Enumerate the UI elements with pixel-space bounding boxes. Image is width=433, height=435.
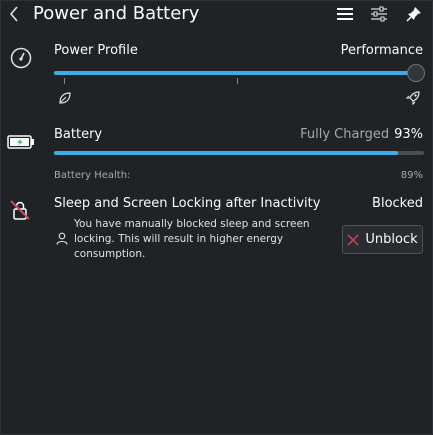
battery-charge-bar <box>54 151 424 155</box>
lock-blocked-icon <box>8 198 32 222</box>
description-line: consumption. <box>74 248 146 260</box>
power-profile-fill <box>54 71 416 75</box>
settings-sliders-icon <box>371 6 387 22</box>
inhibition-state: Blocked <box>372 196 423 211</box>
chevron-left-icon <box>9 6 18 22</box>
battery-health-value: 89% <box>400 170 423 181</box>
battery-status-group: Fully Charged 93% <box>300 127 423 142</box>
slider-tick <box>64 78 65 84</box>
battery-label: Battery <box>54 127 103 142</box>
power-profile-slider[interactable] <box>54 64 425 86</box>
performance-rocket-icon <box>404 89 421 106</box>
unblock-button[interactable]: Unblock <box>342 225 423 254</box>
unblock-button-label: Unblock <box>365 232 418 247</box>
hamburger-icon <box>337 8 353 20</box>
power-profile-track <box>54 71 416 75</box>
battery-status: Fully Charged <box>300 127 390 142</box>
description-line: locking. This will result in higher ener… <box>74 233 284 245</box>
page-title: Power and Battery <box>33 3 200 24</box>
battery-icon <box>6 134 36 150</box>
description-line: You have manually blocked sleep and scre… <box>74 218 310 230</box>
pin-button[interactable] <box>403 3 425 25</box>
power-profile-value: Performance <box>340 43 423 58</box>
close-icon <box>347 233 359 246</box>
pin-icon <box>406 7 421 22</box>
speedometer-icon <box>9 46 33 70</box>
user-icon <box>55 231 69 245</box>
battery-charge-fill <box>54 151 399 155</box>
back-button[interactable] <box>4 4 24 24</box>
power-save-leaf-icon <box>57 90 73 106</box>
power-profile-handle[interactable] <box>407 64 425 82</box>
battery-health-label: Battery Health: <box>54 170 131 181</box>
inhibition-description: You have manually blocked sleep and scre… <box>74 217 334 262</box>
configure-button[interactable] <box>368 3 390 25</box>
battery-percent: 93% <box>394 127 423 142</box>
inhibition-title: Sleep and Screen Locking after Inactivit… <box>54 196 321 211</box>
menu-button[interactable] <box>334 3 356 25</box>
power-profile-label: Power Profile <box>54 43 138 58</box>
slider-tick <box>237 78 238 84</box>
